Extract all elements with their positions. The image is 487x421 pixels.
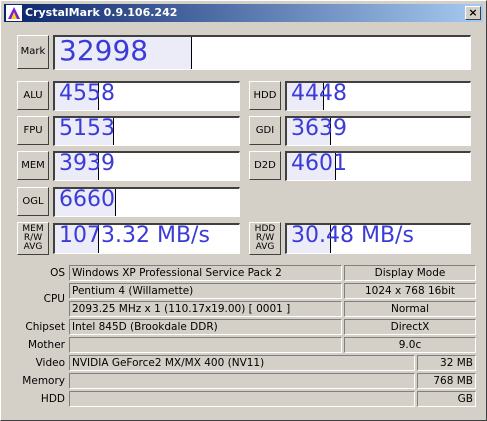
gdi-score-box: 3639 (285, 116, 471, 146)
video-memory: 32 MB (417, 355, 476, 371)
mem-rw-score-value: 1073.32 MB/s (59, 223, 210, 248)
cpu-name: Pentium 4 (Willamette) (69, 283, 342, 299)
hdd-rw-score-box: 30.48 MB/s (285, 223, 471, 254)
mem-rw-score-box: 1073.32 MB/s (53, 223, 240, 254)
alu-score-value: 4558 (59, 81, 115, 106)
alu-score-box: 4558 (53, 81, 240, 111)
hdd-info-value (69, 391, 415, 407)
gdi-button[interactable]: GDI (249, 116, 281, 145)
mark-score-box: 32998 (53, 35, 471, 70)
fpu-label: FPU (23, 124, 43, 136)
hdd-info-size: GB (417, 391, 476, 407)
mem-score-value: 3939 (59, 151, 115, 176)
title-bar[interactable]: CrystalMark 0.9.106.242 × (4, 4, 483, 22)
fpu-score-value: 5153 (59, 116, 115, 141)
crystalmark-window: CrystalMark 0.9.106.242 × Mark 32998 ALU… (0, 0, 487, 421)
gdi-label: GDI (255, 124, 275, 136)
hdd-label: HDD (253, 89, 277, 101)
os-value: Windows XP Professional Service Pack 2 (69, 265, 342, 281)
memory-label: Memory (22, 375, 65, 387)
close-icon: × (468, 6, 478, 19)
close-button[interactable]: × (465, 6, 481, 20)
window-title: CrystalMark 0.9.106.242 (25, 6, 178, 19)
chipset-label: Chipset (25, 321, 65, 333)
gdi-score-value: 3639 (291, 116, 347, 141)
ogl-score-box: 6660 (53, 187, 240, 217)
os-label: OS (50, 267, 65, 279)
d2d-label: D2D (254, 159, 276, 171)
hdd-score-box: 4448 (285, 81, 471, 111)
mother-label: Mother (27, 339, 65, 351)
mem-button[interactable]: MEM (17, 151, 49, 180)
hdd-rw-score-value: 30.48 MB/s (291, 223, 414, 248)
directx-label: DirectX (344, 319, 476, 335)
hdd-rw-label-line-3: AVG (255, 242, 275, 252)
cpu-detail: 2093.25 MHz x 1 (110.17x19.00) [ 0001 ] (69, 301, 342, 317)
ogl-score-value: 6660 (59, 187, 115, 212)
video-value: NVIDIA GeForce2 MX/MX 400 (NV11) (69, 355, 415, 371)
mem-score-box: 3939 (53, 151, 240, 181)
display-mode-label: Display Mode (344, 265, 476, 281)
d2d-score-box: 4601 (285, 151, 471, 181)
directx-value: 9.0c (344, 337, 476, 353)
hdd-info-label: HDD (40, 393, 65, 405)
memory-value (69, 373, 415, 389)
mark-score-value: 32998 (59, 35, 149, 67)
mem-rw-avg-button[interactable]: MEM R/W AVG (17, 222, 49, 255)
hdd-rw-avg-button[interactable]: HDD R/W AVG (249, 222, 281, 255)
display-dpi-value: Normal (344, 301, 476, 317)
video-label: Video (35, 357, 65, 369)
alu-label: ALU (23, 89, 43, 101)
display-mode-value: 1024 x 768 16bit (344, 283, 476, 299)
hdd-button[interactable]: HDD (249, 81, 281, 110)
mem-label: MEM (21, 159, 45, 171)
fpu-score-box: 5153 (53, 116, 240, 146)
d2d-score-value: 4601 (291, 151, 347, 176)
ogl-label: OGL (22, 195, 44, 207)
ogl-button[interactable]: OGL (17, 187, 49, 216)
mother-value (69, 337, 342, 353)
mark-button[interactable]: Mark (17, 35, 49, 69)
mark-label: Mark (20, 46, 46, 57)
fpu-button[interactable]: FPU (17, 116, 49, 145)
alu-button[interactable]: ALU (17, 81, 49, 110)
mem-rw-label-line-3: AVG (23, 242, 43, 252)
hdd-score-value: 4448 (291, 81, 347, 106)
chipset-value: Intel 845D (Brookdale DDR) (69, 319, 342, 335)
d2d-button[interactable]: D2D (249, 151, 281, 180)
cpu-label: CPU (43, 293, 65, 305)
memory-size: 768 MB (417, 373, 476, 389)
crystalmark-app-icon[interactable] (6, 5, 22, 21)
